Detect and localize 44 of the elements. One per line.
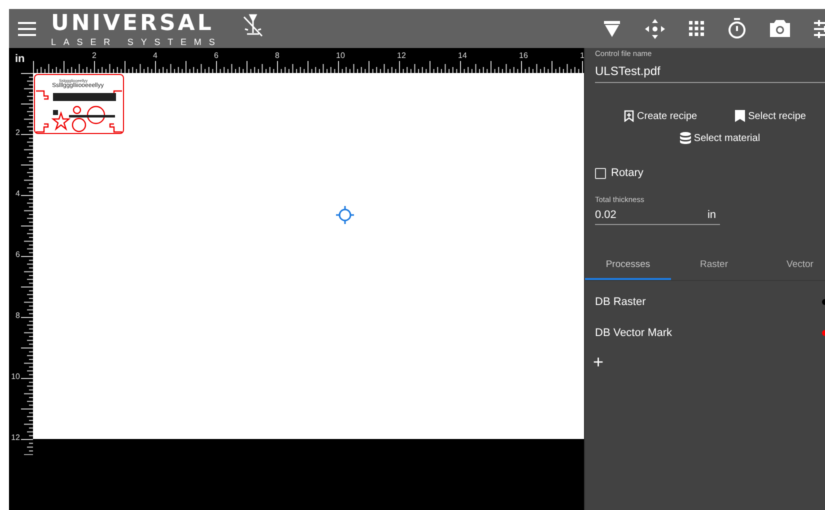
process-name[interactable]: DB Vector Mark bbox=[595, 326, 672, 338]
menu-icon[interactable] bbox=[18, 22, 36, 36]
ruler-label: 14 bbox=[458, 51, 467, 60]
ruler-label: 4 bbox=[153, 51, 158, 60]
file-name-field[interactable]: ULSTest.pdf bbox=[595, 64, 825, 83]
add-process-button[interactable]: + bbox=[593, 352, 613, 373]
ruler-label: 2 bbox=[16, 128, 20, 137]
database-icon bbox=[680, 132, 691, 144]
ruler-label: 16 bbox=[519, 51, 528, 60]
logo-tagline: LASER SYSTEMS bbox=[51, 36, 222, 46]
ruler-label: 12 bbox=[397, 51, 406, 60]
ruler-label: 12 bbox=[11, 433, 20, 442]
recipe-button[interactable]: Select recipe bbox=[733, 108, 808, 124]
ruler-label: 2 bbox=[92, 51, 96, 60]
bookmark-icon bbox=[735, 110, 746, 122]
funnel-icon[interactable] bbox=[603, 20, 621, 38]
unit-label: in bbox=[707, 209, 716, 221]
checkbox-label: Rotary bbox=[611, 167, 644, 179]
ruler-label: 8 bbox=[275, 51, 280, 60]
stopwatch-icon[interactable] bbox=[728, 18, 746, 39]
thickness-field[interactable]: 0.02 in bbox=[595, 209, 720, 225]
logo-wordmark: UNIVERSAL bbox=[51, 10, 215, 36]
tab[interactable]: Raster bbox=[671, 259, 757, 280]
recipe-button[interactable]: Create recipe bbox=[622, 108, 700, 124]
ruler-label: 6 bbox=[214, 51, 218, 60]
field-value: 0.02 bbox=[595, 209, 616, 221]
recipe-button[interactable]: Select material bbox=[678, 130, 762, 146]
process-name[interactable]: DB Raster bbox=[595, 296, 646, 308]
tab[interactable]: Vector bbox=[757, 259, 825, 280]
move-arrows-icon[interactable] bbox=[645, 18, 665, 38]
camera-icon[interactable] bbox=[770, 20, 790, 37]
ruler-unit-label: in bbox=[14, 52, 26, 67]
ruler-label: 10 bbox=[336, 51, 345, 60]
crosshair-icon[interactable] bbox=[336, 206, 354, 224]
ruler-label: 8 bbox=[16, 311, 20, 320]
rotary-checkbox[interactable] bbox=[595, 168, 606, 178]
tab[interactable]: Processes bbox=[585, 259, 671, 280]
ruler-label: 4 bbox=[16, 189, 20, 198]
ruler-label: 6 bbox=[16, 250, 20, 259]
ruler-label: 1 bbox=[580, 51, 584, 60]
ruler-label: 10 bbox=[11, 372, 20, 381]
laser-off-icon[interactable] bbox=[242, 14, 264, 38]
grid-icon[interactable] bbox=[689, 21, 704, 36]
bookmark-plus-icon bbox=[624, 110, 634, 122]
